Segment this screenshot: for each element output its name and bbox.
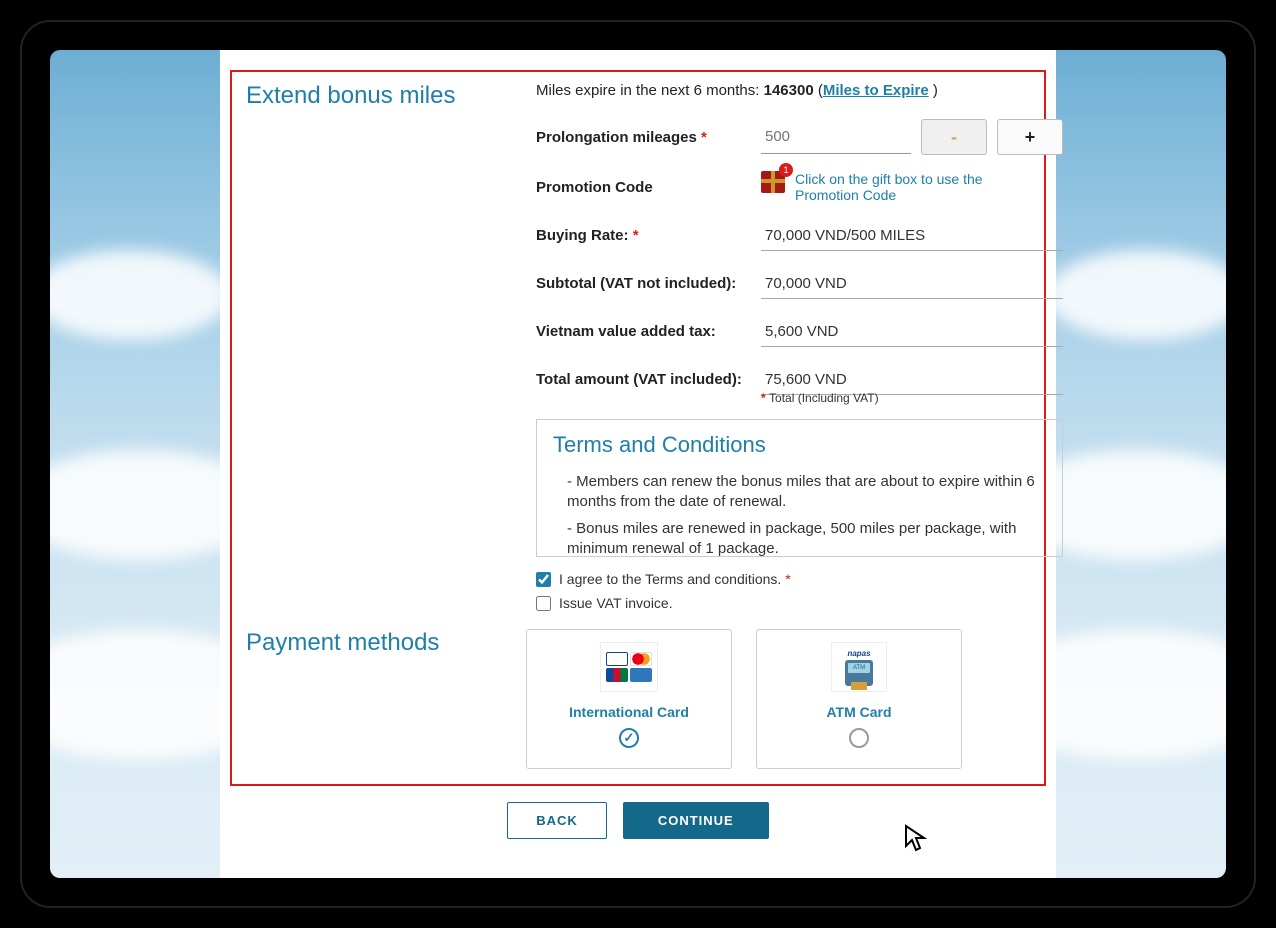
buying-rate-label: Buying Rate: * <box>536 227 761 244</box>
agree-terms-row[interactable]: I agree to the Terms and conditions. * <box>536 571 1063 587</box>
vat-value: 5,600 VND <box>761 315 1063 347</box>
agree-terms-label: I agree to the Terms and conditions. * <box>559 571 791 587</box>
vat-label: Vietnam value added tax: <box>536 323 761 340</box>
mileage-increase-button[interactable]: + <box>997 119 1063 155</box>
gift-box-button[interactable]: 1 <box>761 171 785 198</box>
atm-card-label: ATM Card <box>826 704 891 720</box>
atm-machine-icon <box>845 660 873 686</box>
mastercard-icon <box>630 652 652 666</box>
payment-international-card[interactable]: International Card <box>526 629 732 769</box>
miles-to-expire-link[interactable]: Miles to Expire <box>823 82 929 99</box>
action-buttons: BACK CONTINUE <box>220 802 1056 839</box>
mileage-input[interactable] <box>761 120 911 154</box>
vat-invoice-row[interactable]: Issue VAT invoice. <box>536 595 1063 611</box>
gift-badge: 1 <box>779 163 793 177</box>
intl-card-logos <box>600 642 658 692</box>
intl-card-label: International Card <box>569 704 689 720</box>
content-panel: Extend bonus miles Miles expire in the n… <box>220 50 1056 878</box>
promo-hint-text: Click on the gift box to use the Promoti… <box>795 171 1015 203</box>
miles-expire-info: Miles expire in the next 6 months: 14630… <box>536 82 1063 99</box>
terms-title: Terms and Conditions <box>553 432 1046 458</box>
jcb-icon <box>606 668 628 682</box>
mileage-decrease-button[interactable]: - <box>921 119 987 155</box>
total-label: Total amount (VAT included): <box>536 371 761 388</box>
promo-code-label: Promotion Code <box>536 179 761 196</box>
screen: Extend bonus miles Miles expire in the n… <box>50 50 1226 878</box>
subtotal-value: 70,000 VND <box>761 267 1063 299</box>
buying-rate-value: 70,000 VND/500 MILES <box>761 219 1063 251</box>
atm-card-logo: napas <box>831 642 887 692</box>
payment-atm-card[interactable]: napas ATM Card <box>756 629 962 769</box>
intl-card-radio[interactable] <box>619 728 639 748</box>
miles-expire-prefix: Miles expire in the next 6 months: <box>536 82 764 99</box>
prolongation-label: Prolongation mileages * <box>536 129 761 146</box>
vat-invoice-checkbox[interactable] <box>536 596 551 611</box>
miles-expire-value: 146300 <box>764 82 814 99</box>
back-button[interactable]: BACK <box>507 802 607 839</box>
napas-icon: napas <box>847 649 870 658</box>
continue-button[interactable]: CONTINUE <box>623 802 769 839</box>
extend-miles-title: Extend bonus miles <box>246 82 526 110</box>
form-panel: Extend bonus miles Miles expire in the n… <box>230 70 1046 786</box>
atm-card-radio[interactable] <box>849 728 869 748</box>
visa-icon <box>606 652 628 666</box>
device-frame: Extend bonus miles Miles expire in the n… <box>20 20 1256 908</box>
terms-item: Members can renew the bonus miles that a… <box>567 472 1046 513</box>
vat-invoice-label: Issue VAT invoice. <box>559 595 673 611</box>
terms-box[interactable]: Terms and Conditions Members can renew t… <box>536 419 1063 557</box>
amex-icon <box>630 668 652 682</box>
agree-terms-checkbox[interactable] <box>536 572 551 587</box>
subtotal-label: Subtotal (VAT not included): <box>536 275 761 292</box>
terms-item: Bonus miles are renewed in package, 500 … <box>567 519 1046 558</box>
payment-methods-title: Payment methods <box>246 629 526 769</box>
